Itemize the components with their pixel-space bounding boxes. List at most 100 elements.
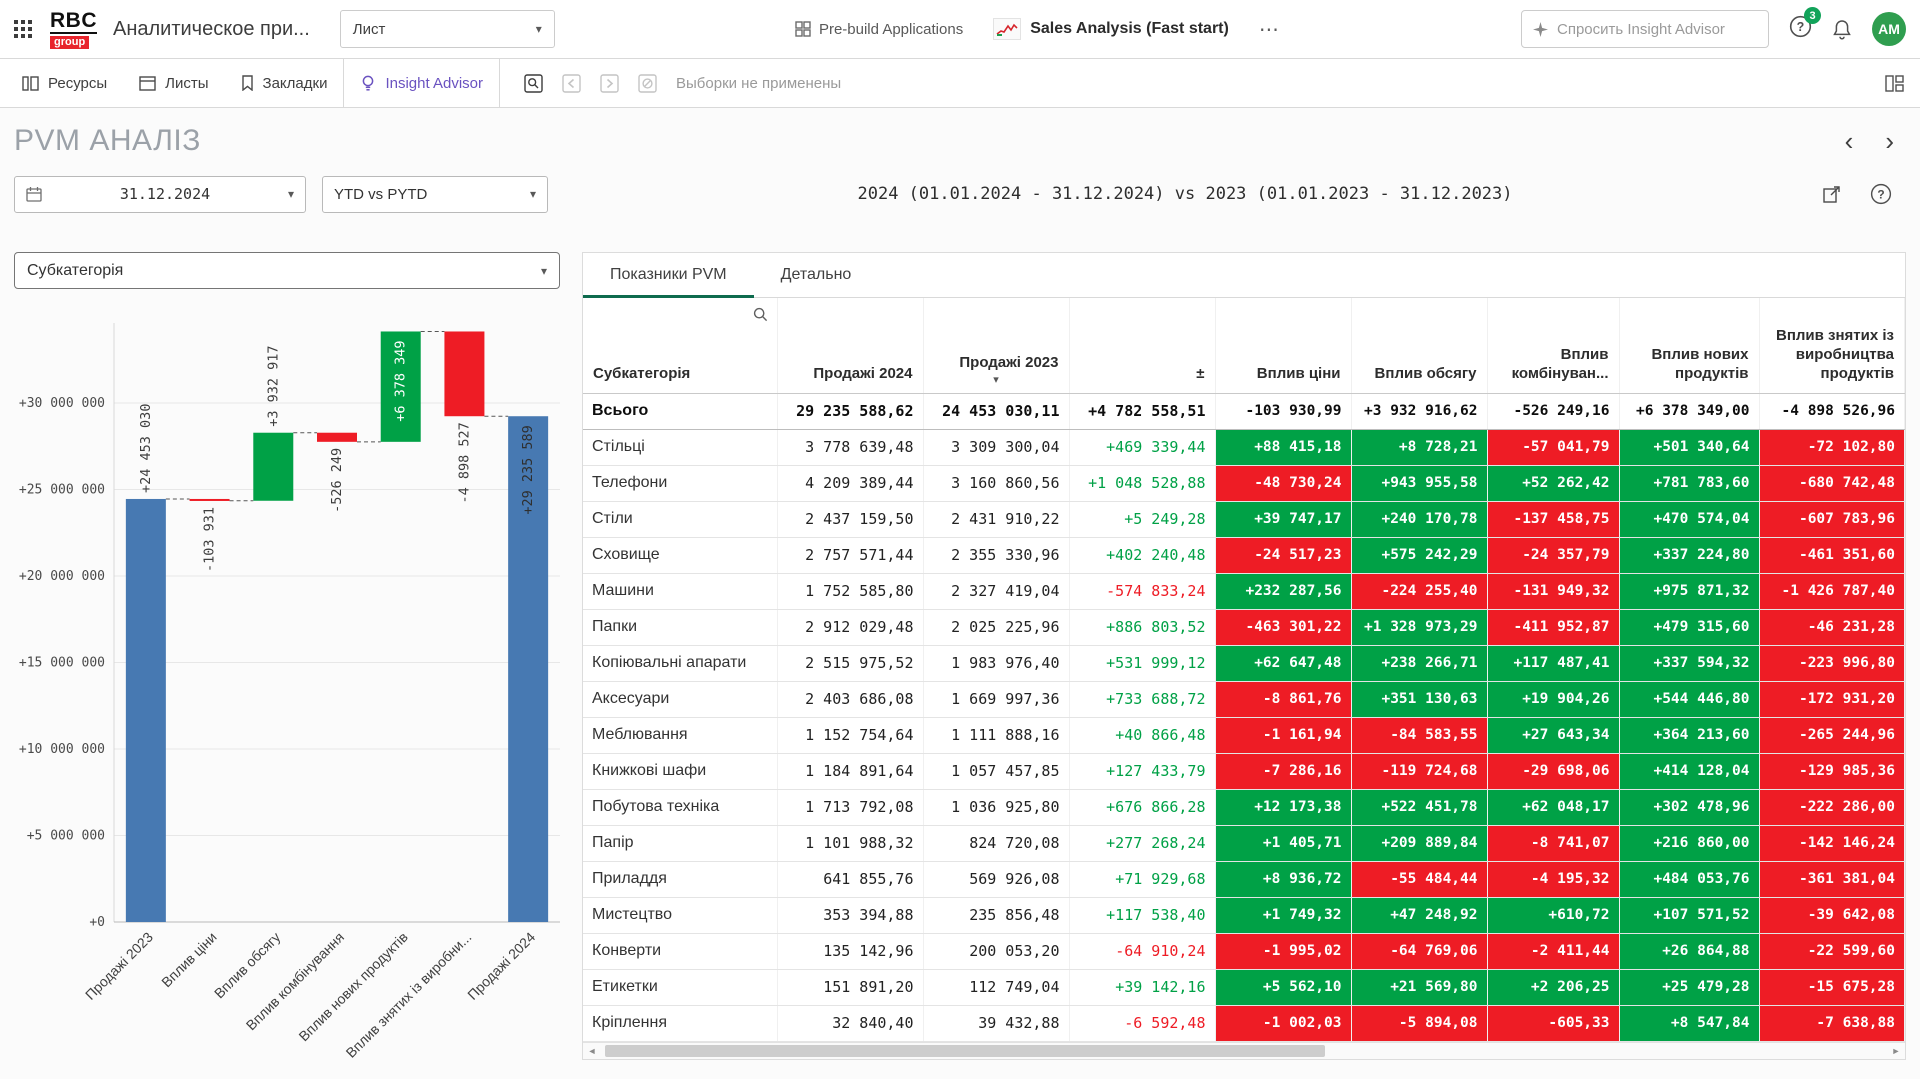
waterfall-bar[interactable] [190, 499, 230, 501]
impact-cell[interactable]: +781 783,60 [1619, 465, 1759, 501]
impact-cell[interactable]: +8 936,72 [1215, 861, 1351, 897]
sales-2024-cell[interactable]: 4 209 389,44 [777, 465, 923, 501]
impact-cell[interactable]: -7 286,16 [1215, 753, 1351, 789]
scrollbar-track[interactable] [601, 1043, 1887, 1059]
impact-cell[interactable]: -1 002,03 [1215, 1005, 1351, 1041]
impact-cell[interactable]: +575 242,29 [1351, 537, 1487, 573]
sales-2023-cell[interactable]: 569 926,08 [923, 861, 1069, 897]
impact-cell[interactable]: -222 286,00 [1759, 789, 1905, 825]
impact-cell[interactable]: -119 724,68 [1351, 753, 1487, 789]
waterfall-bar[interactable] [317, 433, 357, 442]
delta-cell[interactable]: +886 803,52 [1069, 609, 1215, 645]
tab-pvm-indicators[interactable]: Показники PVM [583, 253, 754, 297]
impact-cell[interactable]: -7 638,88 [1759, 1005, 1905, 1041]
clear-selections-button[interactable] [628, 74, 666, 93]
sales-2024-cell[interactable]: 3 778 639,48 [777, 429, 923, 465]
column-header[interactable]: Продажі 2024 [777, 298, 923, 393]
sales-2023-cell[interactable]: 235 856,48 [923, 897, 1069, 933]
sales-2023-cell[interactable]: 824 720,08 [923, 825, 1069, 861]
subcategory-cell[interactable]: Приладдя [583, 861, 777, 897]
impact-cell[interactable]: +6 378 349,00 [1619, 393, 1759, 429]
impact-cell[interactable]: -48 730,24 [1215, 465, 1351, 501]
impact-cell[interactable]: +975 871,32 [1619, 573, 1759, 609]
date-picker[interactable]: 31.12.2024 ▾ [14, 176, 306, 213]
sales-2023-cell[interactable]: 2 355 330,96 [923, 537, 1069, 573]
impact-cell[interactable]: -461 351,60 [1759, 537, 1905, 573]
sales-2024-cell[interactable]: 2 757 571,44 [777, 537, 923, 573]
impact-cell[interactable]: +351 130,63 [1351, 681, 1487, 717]
sales-2024-cell[interactable]: 1 184 891,64 [777, 753, 923, 789]
sales-2024-cell[interactable]: 29 235 588,62 [777, 393, 923, 429]
subcategory-cell[interactable]: Стіли [583, 501, 777, 537]
prev-sheet-button[interactable]: ‹ [1845, 128, 1854, 154]
impact-cell[interactable]: -172 931,20 [1759, 681, 1905, 717]
column-header[interactable]: ± [1069, 298, 1215, 393]
impact-cell[interactable]: +1 405,71 [1215, 825, 1351, 861]
delta-cell[interactable]: +5 249,28 [1069, 501, 1215, 537]
impact-cell[interactable]: +216 860,00 [1619, 825, 1759, 861]
impact-cell[interactable]: +25 479,28 [1619, 969, 1759, 1005]
impact-cell[interactable]: +5 562,10 [1215, 969, 1351, 1005]
insight-advisor-button[interactable]: Insight Advisor [343, 59, 500, 107]
impact-cell[interactable]: +232 287,56 [1215, 573, 1351, 609]
subcategory-cell[interactable]: Всього [583, 393, 777, 429]
sales-2023-cell[interactable]: 39 432,88 [923, 1005, 1069, 1041]
delta-cell[interactable]: +676 866,28 [1069, 789, 1215, 825]
impact-cell[interactable]: -103 930,99 [1215, 393, 1351, 429]
prebuild-applications-link[interactable]: Pre-build Applications [795, 21, 963, 38]
sheet-selector[interactable]: Лист ▾ [340, 10, 555, 48]
selections-tool-button[interactable] [514, 74, 552, 93]
sales-2024-cell[interactable]: 135 142,96 [777, 933, 923, 969]
sales-2024-cell[interactable]: 1 713 792,08 [777, 789, 923, 825]
delta-cell[interactable]: +469 339,44 [1069, 429, 1215, 465]
sales-2023-cell[interactable]: 1 111 888,16 [923, 717, 1069, 753]
impact-cell[interactable]: +62 647,48 [1215, 645, 1351, 681]
step-forward-button[interactable] [590, 74, 628, 93]
sales-2024-cell[interactable]: 641 855,76 [777, 861, 923, 897]
delta-cell[interactable]: -574 833,24 [1069, 573, 1215, 609]
impact-cell[interactable]: +21 569,80 [1351, 969, 1487, 1005]
impact-cell[interactable]: +88 415,18 [1215, 429, 1351, 465]
delta-cell[interactable]: +277 268,24 [1069, 825, 1215, 861]
impact-cell[interactable]: +8 547,84 [1619, 1005, 1759, 1041]
sales-2024-cell[interactable]: 32 840,40 [777, 1005, 923, 1041]
subcategory-cell[interactable]: Книжкові шафи [583, 753, 777, 789]
sales-2023-cell[interactable]: 1 983 976,40 [923, 645, 1069, 681]
waterfall-bar[interactable] [444, 331, 484, 416]
impact-cell[interactable]: -463 301,22 [1215, 609, 1351, 645]
sales-2024-cell[interactable]: 1 152 754,64 [777, 717, 923, 753]
impact-cell[interactable]: -223 996,80 [1759, 645, 1905, 681]
impact-cell[interactable]: -22 599,60 [1759, 933, 1905, 969]
waterfall-bar[interactable] [253, 433, 293, 501]
impact-cell[interactable]: +12 173,38 [1215, 789, 1351, 825]
impact-cell[interactable]: -39 642,08 [1759, 897, 1905, 933]
more-options-button[interactable]: ⋯ [1259, 17, 1281, 42]
column-header[interactable]: Вплив комбінуван... [1487, 298, 1619, 393]
subcategory-cell[interactable]: Папки [583, 609, 777, 645]
delta-cell[interactable]: +117 538,40 [1069, 897, 1215, 933]
impact-cell[interactable]: +52 262,42 [1487, 465, 1619, 501]
horizontal-scrollbar[interactable]: ◄ ► [583, 1042, 1905, 1059]
sheet-help-button[interactable]: ? [1870, 183, 1892, 205]
impact-cell[interactable]: +501 340,64 [1619, 429, 1759, 465]
tab-detail[interactable]: Детально [754, 253, 879, 297]
sales-2024-cell[interactable]: 2 403 686,08 [777, 681, 923, 717]
impact-cell[interactable]: +610,72 [1487, 897, 1619, 933]
sales-2023-cell[interactable]: 3 160 860,56 [923, 465, 1069, 501]
delta-cell[interactable]: +40 866,48 [1069, 717, 1215, 753]
step-back-button[interactable] [552, 74, 590, 93]
subcategory-cell[interactable]: Телефони [583, 465, 777, 501]
sales-2023-cell[interactable]: 24 453 030,11 [923, 393, 1069, 429]
impact-cell[interactable]: +2 206,25 [1487, 969, 1619, 1005]
delta-cell[interactable]: +127 433,79 [1069, 753, 1215, 789]
subcategory-cell[interactable]: Побутова техніка [583, 789, 777, 825]
delta-cell[interactable]: +531 999,12 [1069, 645, 1215, 681]
column-header[interactable]: Вплив ціни [1215, 298, 1351, 393]
impact-cell[interactable]: -4 195,32 [1487, 861, 1619, 897]
impact-cell[interactable]: -131 949,32 [1487, 573, 1619, 609]
sales-2023-cell[interactable]: 2 327 419,04 [923, 573, 1069, 609]
delta-cell[interactable]: -6 592,48 [1069, 1005, 1215, 1041]
column-header[interactable]: Вплив нових продуктів [1619, 298, 1759, 393]
column-header[interactable]: Вплив знятих із виробництва продуктів [1759, 298, 1905, 393]
delta-cell[interactable]: +733 688,72 [1069, 681, 1215, 717]
